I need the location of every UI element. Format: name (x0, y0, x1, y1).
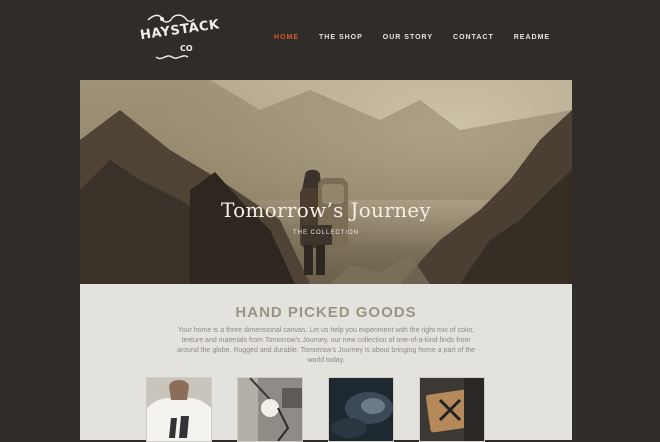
section-title: HAND PICKED GOODS (235, 304, 417, 321)
swirl-ornament-bottom-icon (155, 55, 189, 60)
hero-banner: Tomorrow’s Journey THE COLLECTION (80, 80, 572, 284)
lamp-photo (238, 378, 302, 441)
product-grid (146, 377, 516, 442)
nav-item-readme[interactable]: README (514, 34, 550, 41)
goods-section: HAND PICKED GOODS Your home is a three d… (80, 284, 572, 442)
wallet-photo (420, 378, 484, 441)
product-thumb-stone[interactable] (328, 377, 394, 442)
hero-subtitle: THE COLLECTION (292, 230, 359, 236)
product-thumb-shirt[interactable] (146, 377, 212, 442)
nav-item-our-story[interactable]: OUR STORY (383, 34, 433, 41)
main-nav: HOME THE SHOP OUR STORY CONTACT README (274, 34, 550, 41)
header: HAYSTACK CO HOME THE SHOP OUR STORY CONT… (0, 0, 660, 80)
nav-item-contact[interactable]: CONTACT (453, 34, 494, 41)
product-thumb-lamp[interactable] (237, 377, 303, 442)
nav-item-home[interactable]: HOME (274, 34, 299, 41)
hero-title: Tomorrow’s Journey (220, 198, 431, 222)
section-description: Your home is a three dimensional canvas.… (176, 327, 476, 364)
shirt-photo (147, 378, 211, 441)
stone-photo (329, 378, 393, 441)
hero-mountain-image (80, 80, 572, 284)
product-thumb-leather-wallet[interactable] (419, 377, 485, 442)
nav-item-the-shop[interactable]: THE SHOP (319, 34, 363, 41)
brand-logo[interactable]: HAYSTACK CO (139, 14, 221, 64)
